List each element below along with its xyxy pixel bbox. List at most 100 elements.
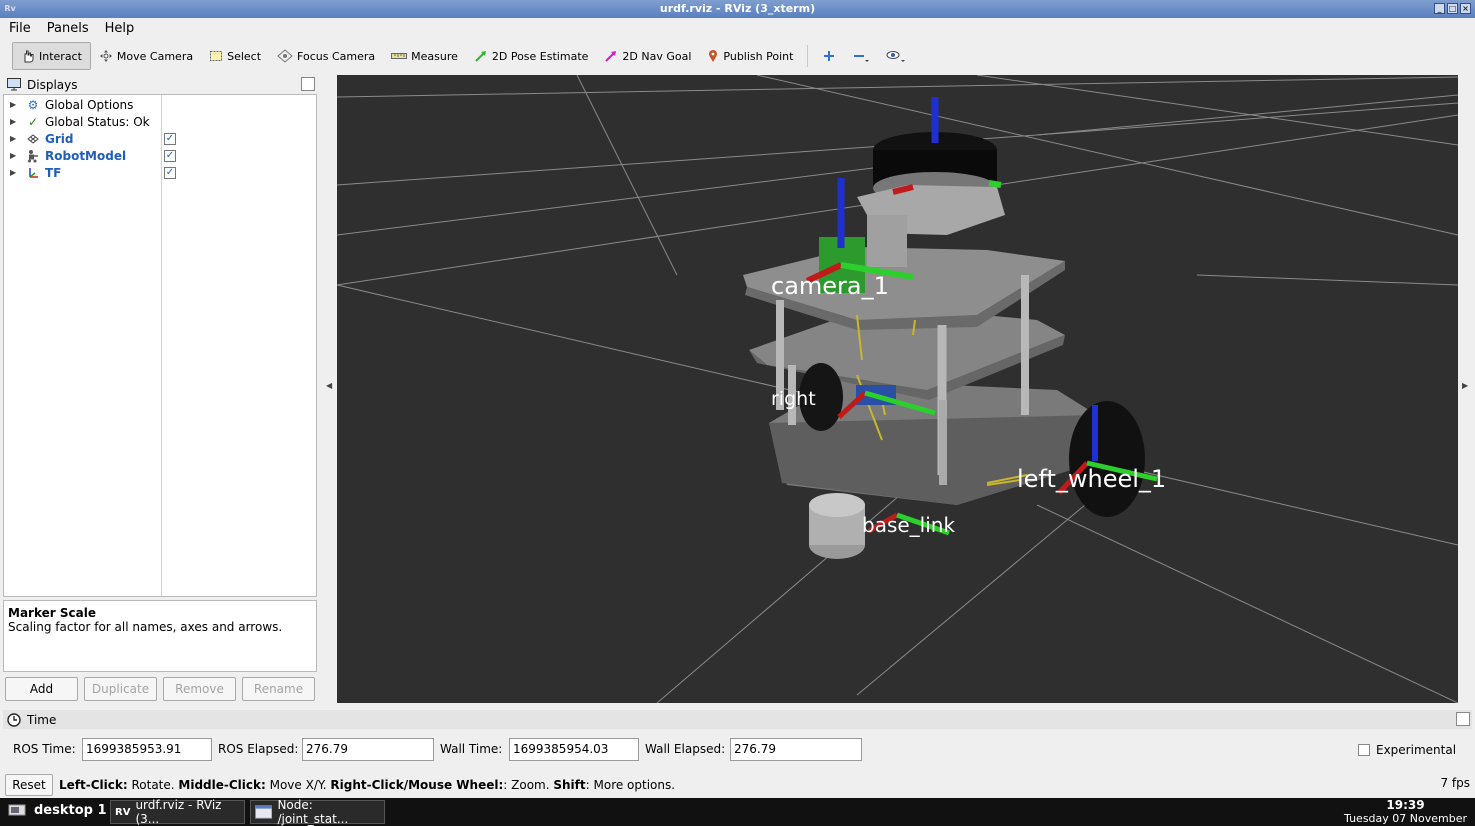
display-item-label: Global Status: Ok <box>45 114 150 129</box>
measure-tool-label: Measure <box>411 49 458 63</box>
plus-icon <box>824 51 835 61</box>
taskbar-item-node[interactable]: Node: /joint_stat... <box>250 798 385 826</box>
displays-buttons: Add Duplicate Remove Rename <box>5 677 315 701</box>
expand-arrow-icon[interactable]: ▶ <box>10 134 16 143</box>
clock[interactable]: 19:39 Tuesday 07 November <box>1344 799 1467 826</box>
measure-tool-button[interactable]: Measure <box>383 42 466 70</box>
hint-text: : Zoom. <box>503 778 554 792</box>
frame-label: camera_1 <box>771 272 889 300</box>
hand-cursor-icon <box>24 50 34 63</box>
focus-camera-tool-label: Focus Camera <box>297 49 376 63</box>
rename-button[interactable]: Rename <box>242 677 315 701</box>
hint-key: Left-Click: <box>59 778 128 792</box>
fps-readout: 7 fps <box>1440 776 1470 790</box>
wall-time-field[interactable]: 1699385954.03 <box>509 738 639 761</box>
display-item-grid[interactable]: ▶ Grid ✓ <box>4 130 316 147</box>
3d-render-view[interactable]: camera_1 right left_wheel_1 base_link <box>337 75 1458 703</box>
display-item-label: Global Options <box>45 97 134 112</box>
ros-elapsed-field[interactable]: 276.79 <box>302 738 434 761</box>
clock-date: Tuesday 07 November <box>1344 812 1467 825</box>
eye-icon <box>886 51 906 62</box>
toolbar-separator <box>807 45 809 67</box>
move-camera-tool-button[interactable]: Move Camera <box>91 42 201 70</box>
hint-key: Shift <box>553 778 586 792</box>
robot-icon <box>26 149 40 163</box>
wall-elapsed-field[interactable]: 276.79 <box>730 738 862 761</box>
display-item-robotmodel[interactable]: ▶ RobotModel ✓ <box>4 147 316 164</box>
focus-camera-icon <box>277 49 293 63</box>
checkmark-icon: ✓ <box>27 114 39 129</box>
displays-panel-header: Displays <box>3 75 317 94</box>
frame-label: base_link <box>862 513 955 537</box>
view-tool-button[interactable] <box>878 42 914 70</box>
remove-tool-button[interactable] <box>844 42 878 70</box>
ros-time-field[interactable]: 1699385953.91 <box>82 738 212 761</box>
display-enabled-checkbox[interactable]: ✓ <box>164 166 176 179</box>
expand-arrow-icon[interactable]: ▶ <box>10 100 16 109</box>
select-tool-label: Select <box>227 49 262 63</box>
experimental-check-box[interactable] <box>1358 744 1370 756</box>
minimize-icon[interactable]: _ <box>1434 3 1445 14</box>
display-enabled-checkbox[interactable]: ✓ <box>164 132 176 145</box>
menu-panels[interactable]: Panels <box>44 21 92 36</box>
minus-icon <box>854 55 870 62</box>
map-pin-icon <box>709 50 718 62</box>
mouse-hint: Left-Click: Rotate. Middle-Click: Move X… <box>59 778 675 792</box>
ros-elapsed-label: ROS Elapsed: <box>218 742 299 756</box>
maximize-icon[interactable]: □ <box>1447 3 1458 14</box>
duplicate-button[interactable]: Duplicate <box>84 677 157 701</box>
tf-axes-icon <box>26 166 40 180</box>
expand-arrow-icon[interactable]: ▶ <box>10 168 16 177</box>
right-splitter[interactable]: ▶ <box>1458 75 1475 703</box>
collapse-right-icon[interactable]: ▶ <box>1462 381 1468 390</box>
menu-file[interactable]: File <box>6 21 34 36</box>
displays-float-toggle[interactable] <box>301 77 315 91</box>
window-app-icon <box>255 805 273 819</box>
ros-time-label: ROS Time: <box>13 742 76 756</box>
window-controls: _ □ × <box>1434 3 1471 14</box>
desktop-switcher[interactable]: desktop 1 <box>8 803 107 818</box>
wall-time-label: Wall Time: <box>440 742 503 756</box>
pose-estimate-tool-button[interactable]: 2D Pose Estimate <box>466 42 597 70</box>
focus-camera-tool-button[interactable]: Focus Camera <box>269 42 383 70</box>
taskbar-item-rviz[interactable]: RV urdf.rviz - RViz (3... <box>110 798 245 826</box>
display-item-label: RobotModel <box>45 148 127 163</box>
add-button[interactable]: Add <box>5 677 78 701</box>
description-title: Marker Scale <box>8 606 96 620</box>
app-icon: Rv <box>4 4 16 13</box>
hint-text: : More options. <box>585 778 676 792</box>
nav-goal-tool-button[interactable]: 2D Nav Goal <box>596 42 699 70</box>
expand-arrow-icon[interactable]: ▶ <box>10 151 16 160</box>
time-float-toggle[interactable] <box>1456 712 1470 726</box>
expand-arrow-icon[interactable]: ▶ <box>10 117 16 126</box>
experimental-checkbox[interactable]: Experimental <box>1358 743 1456 757</box>
display-item-global-options[interactable]: ▶ ⚙ Global Options <box>4 96 316 113</box>
wall-elapsed-label: Wall Elapsed: <box>645 742 726 756</box>
select-tool-button[interactable]: Select <box>201 42 269 70</box>
monitor-icon <box>7 78 21 91</box>
display-item-tf[interactable]: ▶ TF ✓ <box>4 164 316 181</box>
remove-button[interactable]: Remove <box>163 677 236 701</box>
description-text: Scaling factor for all names, axes and a… <box>8 620 283 634</box>
green-arrow-icon <box>475 51 486 62</box>
publish-point-tool-button[interactable]: Publish Point <box>699 42 801 70</box>
close-icon[interactable]: × <box>1460 3 1471 14</box>
interact-tool-label: Interact <box>39 49 82 63</box>
left-splitter[interactable]: ◀ <box>320 75 336 703</box>
add-tool-button[interactable] <box>814 42 844 70</box>
frame-label: right <box>771 388 816 410</box>
ruler-icon <box>391 53 408 59</box>
collapse-left-icon[interactable]: ◀ <box>326 381 332 390</box>
desktop-icon <box>8 804 26 815</box>
display-enabled-checkbox[interactable]: ✓ <box>164 149 176 162</box>
frame-label: left_wheel_1 <box>1017 465 1166 493</box>
interact-tool-button[interactable]: Interact <box>12 42 91 70</box>
select-box-icon <box>210 51 223 61</box>
reset-button[interactable]: Reset <box>5 774 53 796</box>
display-item-global-status[interactable]: ▶ ✓ Global Status: Ok <box>4 113 316 130</box>
menu-help[interactable]: Help <box>102 21 138 36</box>
nav-goal-tool-label: 2D Nav Goal <box>622 49 692 63</box>
time-fields: ROS Time: 1699385953.91 ROS Elapsed: 276… <box>0 738 1475 762</box>
displays-tree: ▶ ⚙ Global Options ▶ ✓ Global Status: Ok… <box>3 94 317 597</box>
tool-bar: Interact Move Camera Select Focus Camera… <box>0 40 1475 72</box>
